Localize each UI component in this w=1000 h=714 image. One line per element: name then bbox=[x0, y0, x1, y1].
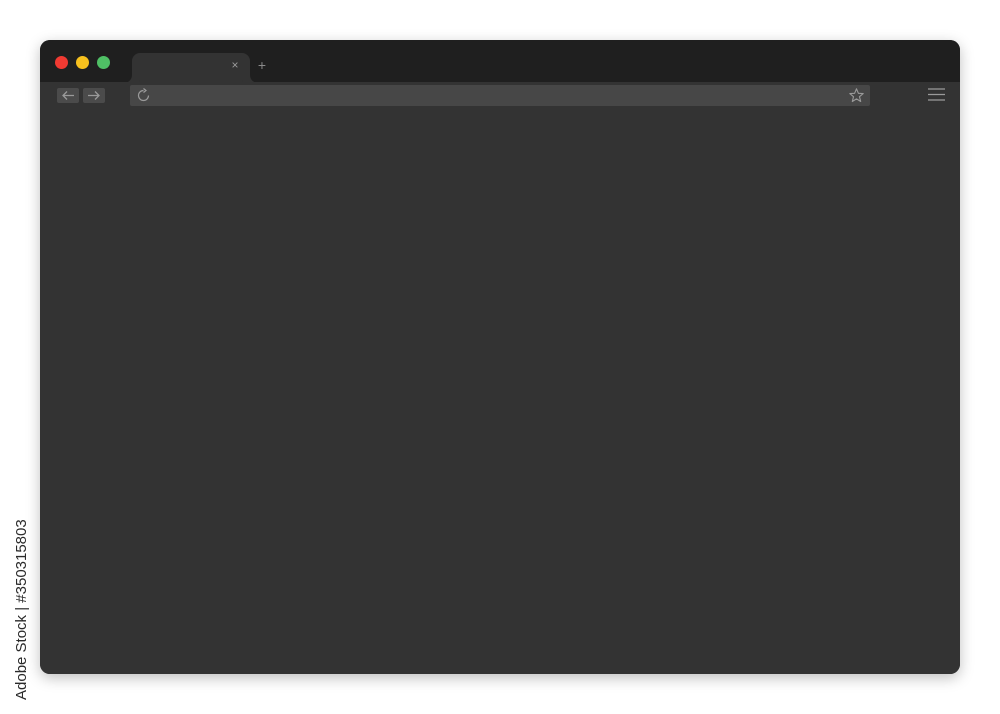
screenshot-stage: × + Adobe Stock | #350315803 bbox=[0, 0, 1000, 714]
arrow-right-icon bbox=[88, 91, 100, 100]
forward-button[interactable] bbox=[83, 88, 105, 103]
new-tab-button[interactable]: + bbox=[255, 57, 269, 73]
reload-icon[interactable] bbox=[135, 87, 152, 104]
back-button[interactable] bbox=[57, 88, 79, 103]
web-content-area[interactable] bbox=[40, 108, 960, 674]
maximize-window-button[interactable] bbox=[97, 56, 110, 69]
browser-toolbar bbox=[40, 82, 960, 108]
hamburger-menu-icon[interactable] bbox=[928, 87, 945, 102]
browser-tab[interactable]: × bbox=[132, 53, 250, 83]
title-bar: × + bbox=[40, 40, 960, 83]
close-window-button[interactable] bbox=[55, 56, 68, 69]
address-bar[interactable] bbox=[130, 85, 870, 106]
browser-window: × + bbox=[40, 40, 960, 674]
star-icon[interactable] bbox=[848, 87, 865, 104]
arrow-left-icon bbox=[62, 91, 74, 100]
stock-id-watermark: Adobe Stock | #350315803 bbox=[13, 519, 30, 700]
tab-close-button[interactable]: × bbox=[228, 58, 242, 72]
minimize-window-button[interactable] bbox=[76, 56, 89, 69]
